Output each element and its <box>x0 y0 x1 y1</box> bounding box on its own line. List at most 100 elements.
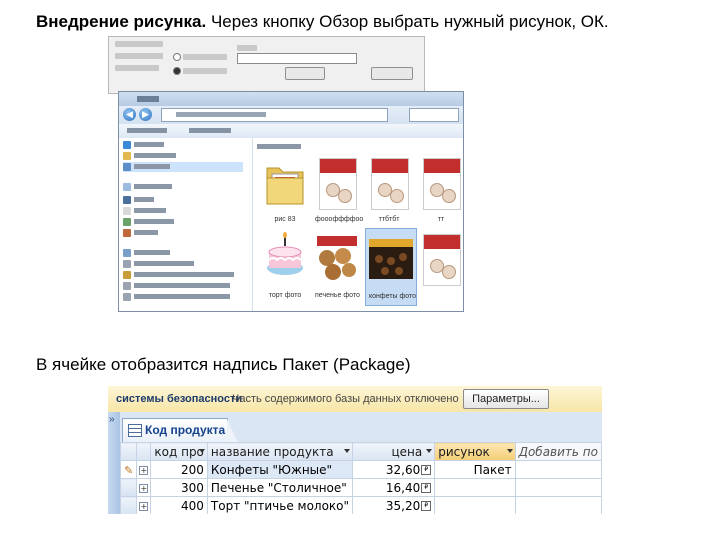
file-thumbnail[interactable]: ттбтбт <box>367 154 411 226</box>
desktop-icon <box>123 163 131 171</box>
access-window: системы безопасности Часть содержимого б… <box>108 386 602 514</box>
cell-picture[interactable] <box>434 478 516 497</box>
back-icon[interactable]: ◀ <box>123 108 136 121</box>
thumbnail-label: фоооффффоо <box>315 216 364 223</box>
dropdown-arrow-icon[interactable] <box>426 449 433 453</box>
cell-add-field[interactable] <box>514 496 602 514</box>
file-thumbnail[interactable]: печенье фото <box>315 230 360 302</box>
price-value: 35,20 <box>385 498 421 513</box>
column-header-picture[interactable]: рисунок <box>434 442 516 461</box>
cell-price[interactable]: 35,20 ₽ <box>352 496 436 514</box>
nav-item[interactable] <box>123 292 243 302</box>
cell-code[interactable]: 200 <box>150 460 208 479</box>
column-header-label: рисунок <box>438 444 490 459</box>
file-thumbnail[interactable] <box>419 230 463 302</box>
column-header-name[interactable]: название продукта <box>206 442 354 461</box>
security-message-bar: системы безопасности Часть содержимого б… <box>108 386 602 413</box>
thumbnail-label: печенье фото <box>315 292 360 299</box>
column-header-code[interactable]: код про <box>150 442 208 461</box>
thumbnail-label: ттбтбт <box>378 216 400 223</box>
new-folder-button[interactable] <box>189 128 231 133</box>
organize-menu[interactable] <box>127 128 167 133</box>
file-thumbnail[interactable]: фоооффффоо <box>315 154 364 226</box>
row-selector[interactable]: ✎ <box>119 460 138 479</box>
cell-name[interactable]: Печенье "Столичное" <box>206 478 354 497</box>
caption-top: Внедрение рисунка. Через кнопку Обзор вы… <box>36 12 609 32</box>
expand-plus-icon[interactable]: + <box>139 465 149 475</box>
cell-name[interactable]: Торт "птичье молоко" <box>206 496 354 514</box>
cell-price[interactable]: 16,40 ₽ <box>352 478 436 497</box>
dropdown-arrow-icon[interactable] <box>344 449 351 453</box>
expand-plus-icon[interactable]: + <box>139 501 149 511</box>
caption-bottom: В ячейке отобразится надпись Пакет (Pack… <box>36 355 411 374</box>
document-tabs: Код продукта <box>120 412 602 443</box>
create-new-radio[interactable] <box>173 53 181 61</box>
table-row[interactable]: + 400 Торт "птичье молоко" 35,20 ₽ <box>119 496 602 514</box>
select-all-cell[interactable] <box>119 442 138 461</box>
cookies-image <box>317 236 357 280</box>
file-thumbnail[interactable]: рис 83 <box>263 154 307 226</box>
row-selector[interactable] <box>119 478 138 497</box>
cell-code[interactable]: 300 <box>150 478 208 497</box>
search-box[interactable] <box>409 108 459 122</box>
options-button[interactable]: Параметры... <box>463 389 549 409</box>
table-row[interactable]: ✎ + 200 Конфеты "Южные" 32,60 ₽ Пакет <box>119 460 602 479</box>
folder-icon <box>266 167 304 205</box>
expand-cell[interactable]: + <box>136 478 152 497</box>
tab-product-table[interactable]: Код продукта <box>122 418 238 443</box>
address-path[interactable] <box>161 108 388 122</box>
ok-button[interactable] <box>371 67 413 80</box>
expand-cell[interactable]: + <box>136 496 152 514</box>
cell-picture[interactable]: Пакет <box>434 460 516 479</box>
message-bar-title: системы безопасности <box>116 393 243 405</box>
dropdown-arrow-icon[interactable] <box>506 449 513 453</box>
insert-object-dialog <box>108 36 425 94</box>
nav-item[interactable] <box>123 270 243 280</box>
currency-icon: ₽ <box>421 501 432 511</box>
chevron-right-icon[interactable]: » <box>109 414 115 425</box>
column-header-price[interactable]: цена <box>352 442 436 461</box>
cell-price[interactable]: 32,60 ₽ <box>352 460 436 479</box>
dropdown-arrow-icon[interactable] <box>198 449 205 453</box>
file-path-field[interactable] <box>237 53 357 64</box>
cell-picture[interactable] <box>434 496 516 514</box>
expand-plus-icon[interactable]: + <box>139 483 149 493</box>
file-thumbnail[interactable]: торт фото <box>263 230 307 302</box>
column-header-add-field[interactable]: Добавить по <box>514 442 602 461</box>
nav-item[interactable] <box>123 206 243 216</box>
create-from-file-radio[interactable] <box>173 67 181 75</box>
thumbnail-label: конфеты фото <box>369 293 417 300</box>
file-thumbnail-selected[interactable]: конфеты фото <box>365 228 417 306</box>
dialog-text-line <box>115 65 159 71</box>
nav-item[interactable] <box>123 140 243 150</box>
candy-box-image <box>423 234 461 286</box>
thumbnail-label: торт фото <box>268 292 302 299</box>
cell-name[interactable]: Конфеты "Южные" <box>206 460 354 479</box>
column-header-label: Добавить по <box>518 444 598 459</box>
file-thumbnail[interactable]: тт <box>419 154 463 226</box>
group-header <box>257 144 301 149</box>
forward-icon[interactable]: ▶ <box>139 108 152 121</box>
nav-item[interactable] <box>123 228 243 238</box>
nav-item[interactable] <box>123 281 243 291</box>
file-view: рис 83 фоооффффоо ттбтбт тт торт фото пе… <box>253 138 463 311</box>
caption-top-rest: Через кнопку Обзор выбрать нужный рисуно… <box>206 12 609 31</box>
cell-add-field[interactable] <box>514 460 602 479</box>
row-selector[interactable] <box>119 496 138 514</box>
nav-item[interactable] <box>123 151 243 161</box>
address-bar: ◀ ▶ <box>119 106 463 124</box>
nav-computer[interactable] <box>123 248 243 258</box>
currency-icon: ₽ <box>421 465 432 475</box>
cell-add-field[interactable] <box>514 478 602 497</box>
cell-code[interactable]: 400 <box>150 496 208 514</box>
nav-item[interactable] <box>123 259 243 269</box>
thumbnail-label: рис 83 <box>274 216 296 223</box>
expand-cell[interactable]: + <box>136 460 152 479</box>
browse-button[interactable] <box>285 67 325 80</box>
nav-libraries[interactable] <box>123 182 243 192</box>
pencil-icon: ✎ <box>124 463 134 477</box>
nav-item-selected[interactable] <box>123 162 243 172</box>
nav-item[interactable] <box>123 195 243 205</box>
table-row[interactable]: + 300 Печенье "Столичное" 16,40 ₽ <box>119 478 602 497</box>
nav-item[interactable] <box>123 217 243 227</box>
